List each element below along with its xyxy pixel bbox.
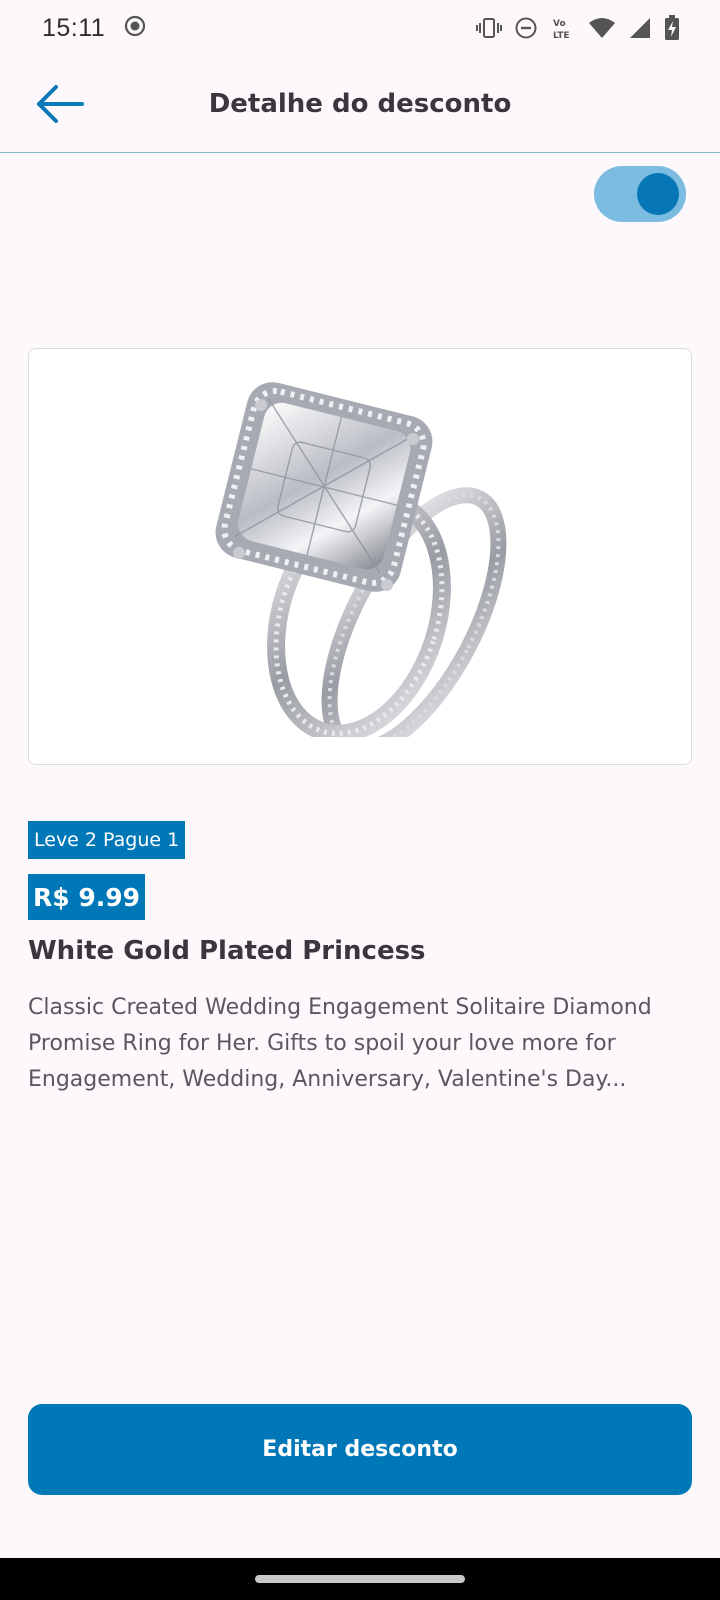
navigation-bar <box>0 1558 720 1600</box>
battery-charging-icon <box>664 15 680 41</box>
edit-discount-button[interactable]: Editar desconto <box>28 1404 692 1495</box>
status-left: 15:11 <box>42 14 147 43</box>
product-name: White Gold Plated Princess <box>28 936 426 966</box>
cell-signal-icon <box>628 16 652 40</box>
back-button[interactable] <box>32 78 88 134</box>
edit-discount-label: Editar desconto <box>262 1437 458 1462</box>
ring-illustration <box>215 381 507 737</box>
status-bar: 15:11 Vo LTE <box>0 0 720 56</box>
screen-record-icon <box>123 14 147 42</box>
arrow-left-icon <box>34 84 86 128</box>
app-bar: Detalhe do desconto <box>0 56 720 153</box>
product-image <box>209 376 511 737</box>
wifi-icon <box>588 16 616 40</box>
vibrate-icon <box>476 16 502 40</box>
offer-badge: Leve 2 Pague 1 <box>28 821 186 859</box>
svg-text:LTE: LTE <box>553 31 570 41</box>
status-time: 15:11 <box>42 13 106 42</box>
svg-text:Vo: Vo <box>553 19 566 29</box>
price-badge: R$ 9.99 <box>28 874 146 920</box>
toggle-thumb <box>637 173 679 215</box>
do-not-disturb-icon <box>514 16 538 40</box>
product-description: Classic Created Wedding Engagement Solit… <box>28 995 652 1092</box>
product-image-card <box>28 348 692 765</box>
page-title: Detalhe do desconto <box>208 89 512 119</box>
volte-icon: Vo LTE <box>550 15 576 41</box>
discount-active-toggle[interactable] <box>594 166 686 222</box>
home-indicator[interactable] <box>255 1575 465 1583</box>
status-icons: Vo LTE <box>476 15 680 41</box>
